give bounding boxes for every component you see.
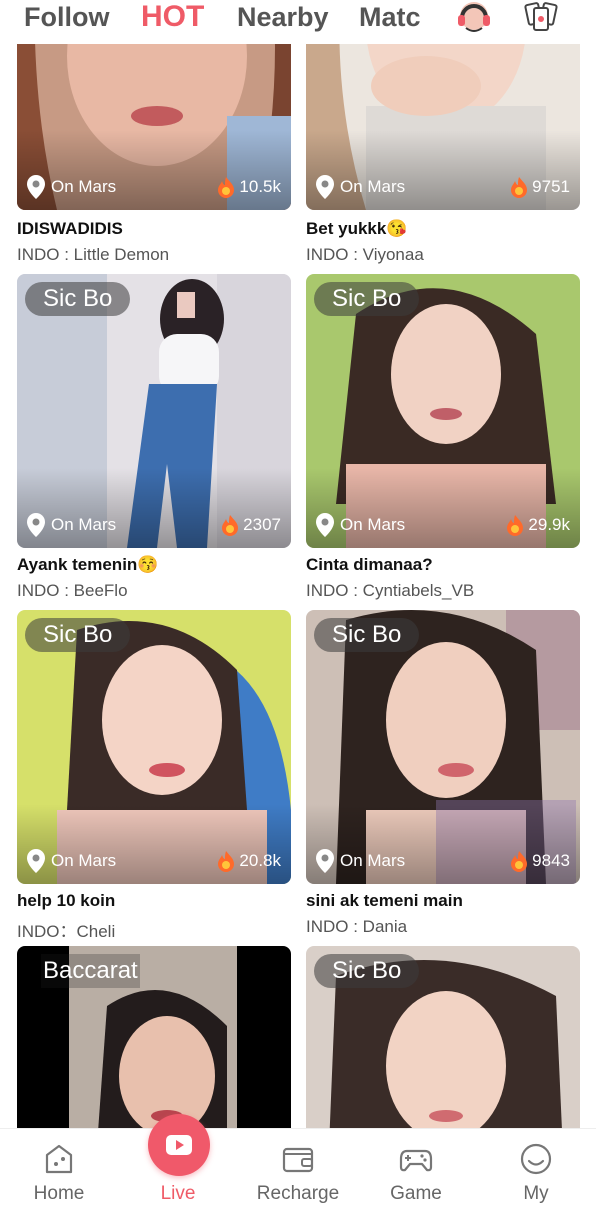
stream-thumbnail: Baccarat xyxy=(17,946,291,1128)
game-badge: Sic Bo xyxy=(314,618,420,652)
headset-icon[interactable] xyxy=(454,0,494,36)
viewer-count-value: 2307 xyxy=(243,515,281,534)
viewer-count: 20.8k xyxy=(216,848,281,874)
live-button[interactable] xyxy=(148,1114,210,1176)
tab-hot[interactable]: HOT xyxy=(141,0,204,34)
stream-thumbnail: Sic Bo On Mars 9843 xyxy=(306,610,580,884)
stream-title: sini ak temeni main xyxy=(306,891,463,910)
location-tag: On Mars xyxy=(314,174,405,200)
flame-icon xyxy=(218,177,235,198)
stream-title: help 10 koin xyxy=(17,891,116,910)
top-tab-bar: Follow HOT Nearby Matc xyxy=(0,0,596,44)
stream-card[interactable]: Sic Bo xyxy=(306,946,580,1128)
stream-title: Bet yukkk😘 xyxy=(306,219,408,238)
stream-card[interactable]: Baccarat xyxy=(17,946,291,1128)
home-icon xyxy=(45,1144,73,1174)
location-label: On Mars xyxy=(340,177,406,196)
stream-title: Ayank temenin😚 xyxy=(17,555,159,574)
stream-card[interactable]: Sic Bo On Mars 29.9k Cinta dimanaa? INDO… xyxy=(306,274,580,604)
viewer-count-value: 9843 xyxy=(532,851,570,870)
flame-icon xyxy=(511,851,528,872)
tab-nearby[interactable]: Nearby xyxy=(237,0,329,34)
wallet-icon xyxy=(282,1147,314,1173)
host-name: INDO : Cyntiabels_VB xyxy=(306,581,475,600)
stream-card[interactable]: Sic Bo On Mars 20.8k help 10 koin INDO：C… xyxy=(17,610,291,941)
game-badge: Sic Bo xyxy=(25,618,131,652)
host-name: INDO：Cheli xyxy=(17,922,116,941)
location-tag: On Mars xyxy=(25,848,116,874)
flame-icon xyxy=(507,515,524,536)
location-tag: On Mars xyxy=(25,512,116,538)
stream-title: IDISWADIDIS xyxy=(17,219,123,238)
play-icon xyxy=(166,1135,192,1155)
nav-live-label: Live xyxy=(160,1183,196,1204)
game-badge: Sic Bo xyxy=(25,282,131,316)
bottom-nav: Home Live Recharge Game My xyxy=(0,1128,596,1204)
stream-card[interactable]: Sic Bo On Mars 2307 Ayank temenin😚 INDO … xyxy=(17,274,291,604)
host-name: INDO : Viyonaa xyxy=(306,245,424,264)
nav-game-label: Game xyxy=(390,1183,442,1204)
viewer-count: 29.9k xyxy=(505,512,570,538)
location-pin-icon xyxy=(27,175,45,199)
viewer-count-value: 29.9k xyxy=(528,515,570,534)
nav-home[interactable]: Home xyxy=(9,1129,109,1204)
location-tag: On Mars xyxy=(25,174,116,200)
viewer-count-value: 9751 xyxy=(532,177,570,196)
flame-icon xyxy=(218,851,235,872)
nav-recharge-label: Recharge xyxy=(256,1183,340,1204)
gamepad-icon xyxy=(399,1149,433,1172)
host-name: INDO : Dania xyxy=(306,917,408,936)
nav-my[interactable]: My xyxy=(486,1129,586,1204)
game-badge: Sic Bo xyxy=(314,954,420,988)
game-badge: Sic Bo xyxy=(314,282,420,316)
location-label: On Mars xyxy=(51,515,117,534)
stream-thumbnail: Sic Bo On Mars 20.8k xyxy=(17,610,291,884)
location-tag: On Mars xyxy=(314,512,405,538)
flame-icon xyxy=(511,177,528,198)
nav-home-label: Home xyxy=(33,1183,85,1204)
viewer-count-value: 20.8k xyxy=(239,851,281,870)
viewer-count: 10.5k xyxy=(216,174,281,200)
stream-thumbnail: Sic Bo On Mars 2307 xyxy=(17,274,291,548)
flame-icon xyxy=(222,515,239,536)
location-label: On Mars xyxy=(340,515,406,534)
nav-my-label: My xyxy=(523,1183,549,1204)
host-name: INDO : BeeFlo xyxy=(17,581,128,600)
location-label: On Mars xyxy=(51,177,117,196)
nav-recharge[interactable]: Recharge xyxy=(248,1129,348,1204)
tab-match[interactable]: Matc xyxy=(359,0,423,34)
cards-icon[interactable] xyxy=(521,0,561,36)
nav-game[interactable]: Game xyxy=(366,1129,466,1204)
viewer-count-value: 10.5k xyxy=(239,177,281,196)
stream-thumbnail: Sic Bo xyxy=(306,946,580,1128)
viewer-count: 9751 xyxy=(509,174,570,200)
game-badge: Baccarat xyxy=(41,954,140,988)
smiley-icon xyxy=(520,1143,552,1175)
tab-follow[interactable]: Follow xyxy=(24,0,109,34)
location-label: On Mars xyxy=(340,851,406,870)
viewer-count: 9843 xyxy=(509,848,570,874)
viewer-count: 2307 xyxy=(220,512,281,538)
location-pin-icon xyxy=(316,513,334,537)
location-label: On Mars xyxy=(51,851,117,870)
host-name: INDO : Little Demon xyxy=(17,245,170,264)
location-pin-icon xyxy=(27,513,45,537)
stream-thumbnail: Sic Bo On Mars 29.9k xyxy=(306,274,580,548)
location-pin-icon xyxy=(316,175,334,199)
location-pin-icon xyxy=(316,849,334,873)
location-tag: On Mars xyxy=(314,848,405,874)
location-pin-icon xyxy=(27,849,45,873)
stream-title: Cinta dimanaa? xyxy=(306,555,433,574)
stream-card[interactable]: Sic Bo On Mars 9843 sini ak temeni main … xyxy=(306,610,580,940)
